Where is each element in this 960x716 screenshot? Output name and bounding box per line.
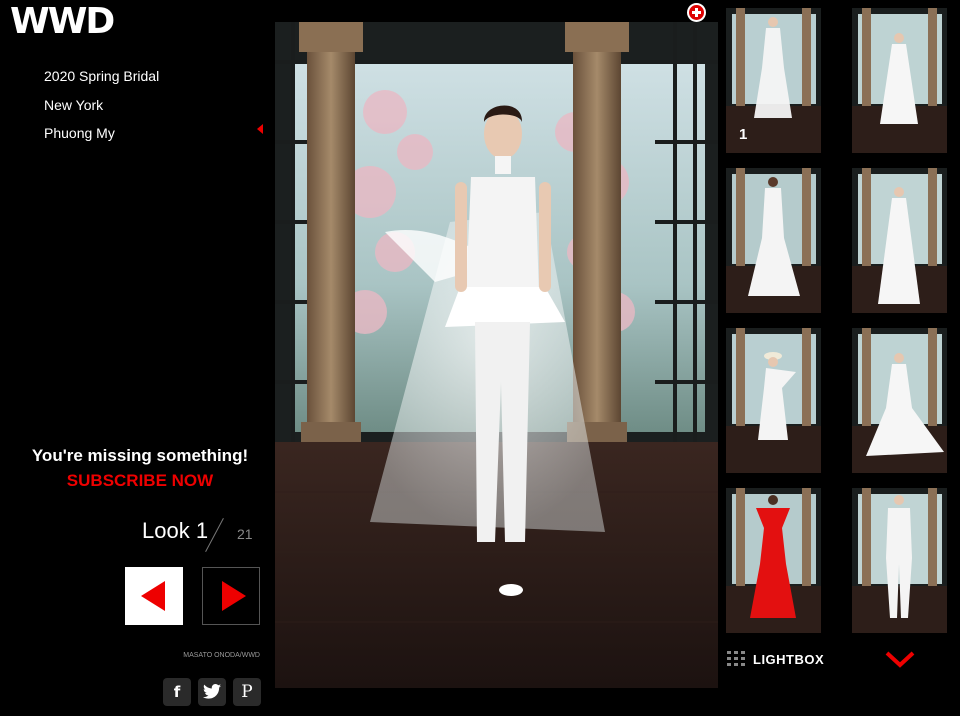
lightbox-label: LIGHTBOX <box>753 652 825 667</box>
twitter-icon <box>203 684 221 699</box>
plus-icon-vertical <box>695 8 698 17</box>
chevron-down-icon <box>885 651 915 668</box>
thumbnail-look-5[interactable] <box>726 328 821 473</box>
scroll-thumbnails-down-button[interactable] <box>884 648 916 670</box>
next-look-button[interactable] <box>202 567 260 625</box>
previous-look-button[interactable] <box>125 567 183 625</box>
thumbnail-image <box>852 8 947 153</box>
facebook-share-button[interactable]: f <box>163 678 191 706</box>
nav-item-designer[interactable]: Phuong My <box>44 119 159 148</box>
thumbnail-image <box>852 168 947 313</box>
thumbnail-look-4[interactable] <box>852 168 947 313</box>
thumbnail-look-8[interactable] <box>852 488 947 633</box>
grid-icon <box>727 651 745 666</box>
promo-title: You're missing something! <box>31 446 249 465</box>
thumbnail-image <box>726 488 821 633</box>
thumbnail-number: 1 <box>739 126 748 143</box>
pinterest-icon: P <box>241 682 253 702</box>
thumbnail-look-6[interactable] <box>852 328 947 473</box>
thumbnail-image <box>852 328 947 473</box>
arrow-left-icon <box>141 581 165 611</box>
thumbnail-look-2[interactable] <box>852 8 947 153</box>
pinterest-share-button[interactable]: P <box>233 678 261 706</box>
look-label: Look 1 <box>142 518 209 543</box>
breadcrumb-nav: 2020 Spring Bridal New York Phuong My <box>44 62 159 148</box>
runway-photo-illustration <box>275 22 718 688</box>
expand-photo-button[interactable] <box>687 3 706 22</box>
nav-item-city[interactable]: New York <box>44 91 159 120</box>
main-look-photo[interactable] <box>275 22 718 688</box>
active-caret-icon <box>257 124 263 134</box>
thumbnail-look-1[interactable]: 1 <box>726 8 821 153</box>
facebook-icon: f <box>173 683 181 701</box>
twitter-share-button[interactable] <box>198 678 226 706</box>
look-total: 21 <box>237 526 253 542</box>
subscribe-now-link[interactable]: SUBSCRIBE NOW <box>0 471 280 491</box>
thumbnail-image <box>852 488 947 633</box>
nav-item-collection[interactable]: 2020 Spring Bridal <box>44 62 159 91</box>
wwd-logo[interactable]: WWD <box>10 2 115 42</box>
thumbnail-image <box>726 328 821 473</box>
photo-credit: MASATO ONODA/WWD <box>183 652 260 659</box>
arrow-right-icon <box>222 581 246 611</box>
thumbnail-look-7[interactable] <box>726 488 821 633</box>
thumbnail-image <box>726 168 821 313</box>
thumbnail-look-3[interactable] <box>726 168 821 313</box>
